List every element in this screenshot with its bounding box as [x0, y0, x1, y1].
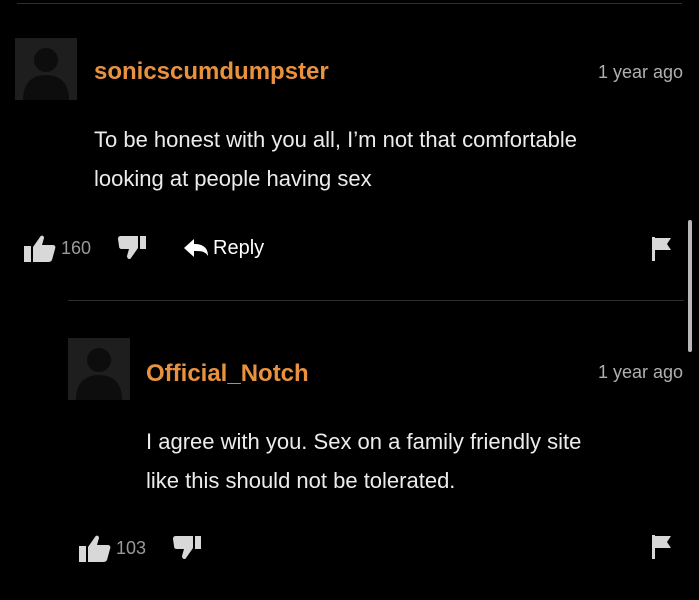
- flag-icon[interactable]: [651, 236, 673, 262]
- comment-body: To be honest with you all, I’m not that …: [94, 120, 684, 198]
- thumbs-down-icon[interactable]: [117, 235, 147, 261]
- avatar-placeholder-icon: [15, 38, 77, 100]
- avatar-placeholder-icon: [68, 338, 130, 400]
- avatar[interactable]: [68, 338, 130, 400]
- comment-body-line: I agree with you. Sex on a family friend…: [146, 429, 582, 454]
- thumbs-down-icon[interactable]: [172, 535, 202, 561]
- avatar[interactable]: [15, 38, 77, 100]
- thumbs-up-icon[interactable]: [23, 233, 57, 263]
- comment-username[interactable]: sonicscumdumpster: [94, 58, 329, 86]
- comment-timestamp: 1 year ago: [597, 62, 683, 82]
- comment-actions: 103: [78, 530, 202, 566]
- comment-timestamp: 1 year ago: [597, 362, 683, 382]
- top-divider: [17, 3, 682, 4]
- comment-body: I agree with you. Sex on a family friend…: [146, 422, 686, 500]
- reply-button[interactable]: Reply: [183, 237, 264, 260]
- reply-arrow-icon: [183, 238, 209, 258]
- reply-divider: [68, 300, 684, 301]
- reply-label: Reply: [213, 236, 265, 259]
- thumbs-up-icon[interactable]: [78, 533, 112, 563]
- flag-icon[interactable]: [651, 534, 673, 560]
- like-count: 103: [116, 537, 147, 558]
- comment-body-line: looking at people having sex: [94, 166, 372, 191]
- scrollbar[interactable]: [688, 220, 692, 352]
- like-count: 160: [61, 237, 92, 258]
- comment-username[interactable]: Official_Notch: [146, 360, 309, 388]
- comment-body-line: To be honest with you all, I’m not that …: [94, 127, 578, 152]
- comment-actions: 160 Reply: [23, 230, 264, 266]
- comment-body-line: like this should not be tolerated.: [146, 468, 456, 493]
